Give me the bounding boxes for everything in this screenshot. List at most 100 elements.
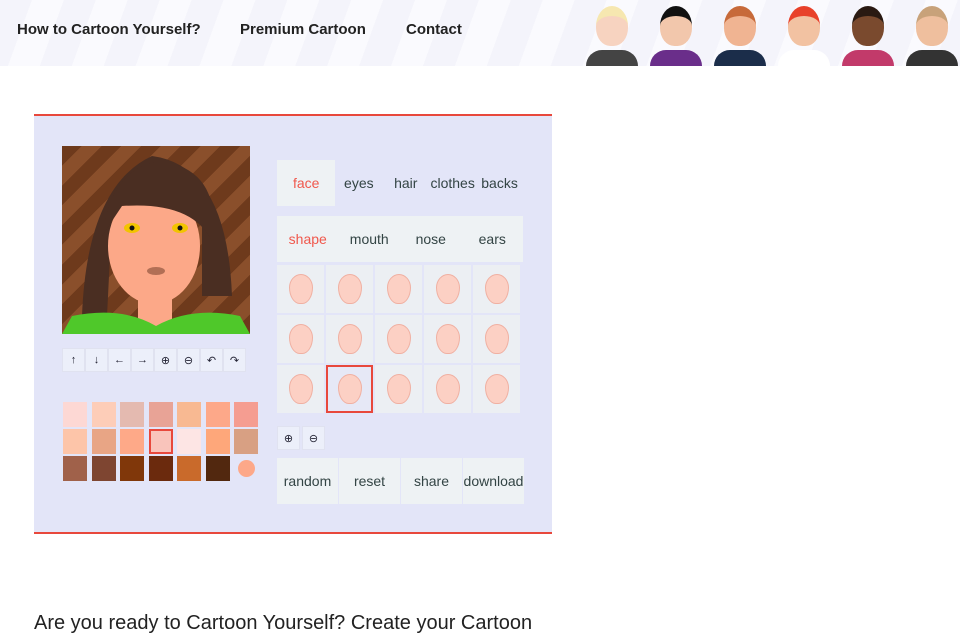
face-shape-icon [484, 374, 509, 404]
face-shape-option[interactable] [375, 265, 422, 313]
undo-icon[interactable]: ↶ [200, 348, 223, 372]
page-heading: Are you ready to Cartoon Yourself? Creat… [34, 612, 533, 634]
subtab-nose[interactable]: nose [400, 216, 462, 262]
face-shape-grid [277, 265, 520, 413]
preview-toolbar: ↑ ↓ ← → ⊕ ⊖ ↶ ↷ [62, 348, 246, 372]
action-buttons: random reset share download [277, 458, 524, 504]
face-shape-icon [435, 374, 460, 404]
avatar-body [906, 50, 958, 66]
face-shape-icon [386, 374, 411, 404]
arrow-left-icon[interactable]: ← [108, 348, 131, 372]
face-shape-icon [484, 324, 509, 354]
subcategory-tabs: shape mouth nose ears [277, 216, 523, 262]
skin-color-swatch[interactable] [177, 429, 201, 454]
skin-color-swatch[interactable] [234, 429, 258, 454]
arrow-up-icon[interactable]: ↑ [62, 348, 85, 372]
nav-how-to[interactable]: How to Cartoon Yourself? [17, 21, 201, 38]
face-shape-icon [435, 274, 460, 304]
skin-color-swatch[interactable] [205, 429, 230, 454]
tab-eyes[interactable]: eyes [335, 160, 382, 206]
face-shape-option[interactable] [424, 315, 471, 363]
avatar-head [788, 6, 820, 46]
avatar-body [586, 50, 638, 66]
avatar [646, 0, 704, 66]
subtab-shape[interactable]: shape [277, 216, 339, 262]
face-shape-option[interactable] [326, 365, 373, 413]
arrow-right-icon[interactable]: → [131, 348, 154, 372]
face-shape-option[interactable] [473, 365, 520, 413]
skin-color-swatch[interactable] [120, 456, 144, 481]
skin-color-swatch[interactable] [91, 456, 116, 481]
face-shape-icon [435, 324, 460, 354]
skin-color-swatch[interactable] [205, 456, 230, 481]
skin-color-palette [63, 402, 261, 481]
skin-color-swatch[interactable] [120, 429, 144, 454]
face-shape-icon [386, 274, 411, 304]
tab-face[interactable]: face [277, 160, 336, 206]
zoom-in-icon[interactable]: ⊕ [154, 348, 177, 372]
face-shape-option[interactable] [424, 265, 471, 313]
face-shape-option[interactable] [277, 265, 324, 313]
share-button[interactable]: share [401, 458, 462, 504]
header: How to Cartoon Yourself? Premium Cartoon… [0, 0, 960, 66]
face-shape-option[interactable] [277, 315, 324, 363]
face-shape-option[interactable] [473, 265, 520, 313]
skin-color-swatch[interactable] [177, 402, 201, 427]
subtab-ears[interactable]: ears [462, 216, 524, 262]
skin-color-swatch[interactable] [177, 456, 201, 481]
avatar-banner [582, 0, 960, 66]
cartoon-editor: ↑ ↓ ← → ⊕ ⊖ ↶ ↷ face eyes hair clothes backs shape m… [34, 114, 552, 534]
skin-color-swatch[interactable] [63, 429, 87, 454]
skin-color-swatch[interactable] [234, 402, 258, 427]
skin-color-swatch[interactable] [205, 402, 230, 427]
download-button[interactable]: download [463, 458, 524, 504]
face-shape-option[interactable] [326, 315, 373, 363]
skin-color-swatch[interactable] [238, 460, 255, 477]
nav-premium[interactable]: Premium Cartoon [240, 21, 366, 38]
skin-color-swatch[interactable] [91, 429, 116, 454]
skin-color-swatch[interactable] [148, 456, 173, 481]
subtab-mouth[interactable]: mouth [339, 216, 401, 262]
zoom-out-icon[interactable]: ⊖ [302, 426, 325, 450]
avatar-head [916, 6, 948, 46]
nav-contact[interactable]: Contact [406, 21, 462, 38]
face-shape-icon [288, 374, 313, 404]
avatar-head [724, 6, 756, 46]
face-shape-option[interactable] [375, 365, 422, 413]
avatar [710, 0, 768, 66]
face-shape-option[interactable] [375, 315, 422, 363]
tab-hair[interactable]: hair [382, 160, 429, 206]
avatar [902, 0, 960, 66]
face-shape-icon [337, 324, 362, 354]
face-shape-option[interactable] [326, 265, 373, 313]
face-shape-option[interactable] [277, 365, 324, 413]
avatar-head [596, 6, 628, 46]
tab-clothes[interactable]: clothes [429, 160, 476, 206]
reset-button[interactable]: reset [339, 458, 400, 504]
face-shape-icon [484, 274, 509, 304]
skin-color-swatch[interactable] [148, 402, 173, 427]
skin-color-swatch[interactable] [148, 429, 173, 454]
random-button[interactable]: random [277, 458, 338, 504]
avatar-body [650, 50, 702, 66]
cartoon-preview [62, 146, 250, 334]
face-shape-option[interactable] [473, 315, 520, 363]
skin-color-swatch[interactable] [63, 402, 87, 427]
redo-icon[interactable]: ↷ [223, 348, 246, 372]
category-tabs: face eyes hair clothes backs [277, 160, 523, 206]
skin-color-swatch[interactable] [120, 402, 144, 427]
face-shape-icon [337, 274, 362, 304]
arrow-down-icon[interactable]: ↓ [85, 348, 108, 372]
face-shape-option[interactable] [424, 365, 471, 413]
tab-backs[interactable]: backs [476, 160, 523, 206]
avatar [838, 0, 896, 66]
avatar-body [778, 50, 830, 66]
avatar-head [660, 6, 692, 46]
skin-color-swatch[interactable] [63, 456, 87, 481]
avatar-head [852, 6, 884, 46]
face-shape-icon [288, 324, 313, 354]
zoom-in-icon[interactable]: ⊕ [277, 426, 300, 450]
face-shape-icon [337, 374, 362, 404]
skin-color-swatch[interactable] [91, 402, 116, 427]
zoom-out-icon[interactable]: ⊖ [177, 348, 200, 372]
